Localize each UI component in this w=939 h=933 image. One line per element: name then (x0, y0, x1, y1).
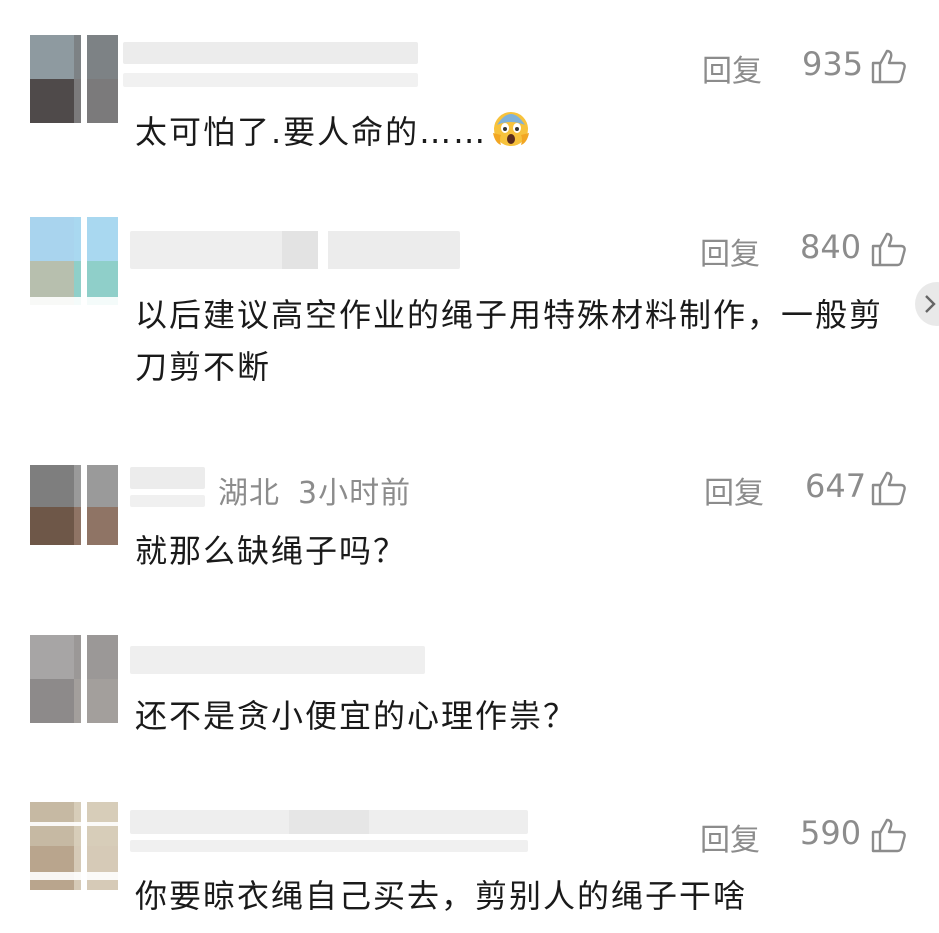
side-scroll-button[interactable] (915, 282, 939, 326)
chevron-right-icon (925, 295, 936, 313)
scream-emoji-icon (493, 112, 530, 146)
like-count: 840 (800, 228, 862, 266)
comment-text: 你要晾衣绳自己买去，剪别人的绳子干啥 (135, 877, 748, 915)
username-blurred[interactable] (130, 646, 425, 674)
avatar[interactable] (30, 802, 118, 890)
reply-button[interactable]: 回复 (700, 229, 760, 273)
clipped-actions: ​ (690, 652, 920, 666)
like-count: 647 (805, 467, 867, 505)
meta-blurred (130, 495, 205, 507)
avatar[interactable] (30, 35, 118, 123)
comment-text: 以后建议高空作业的绳子用特殊材料制作，一般剪刀剪不断 (135, 296, 884, 386)
comment-text: 还不是贪小便宜的心理作祟？ (135, 697, 578, 735)
avatar[interactable] (30, 217, 118, 305)
meta-blurred (123, 73, 418, 87)
username-blurred[interactable] (130, 810, 528, 834)
reply-button[interactable]: 回复 (704, 468, 764, 512)
username-blurred[interactable] (130, 467, 205, 489)
thumbs-up-icon[interactable] (870, 816, 908, 854)
username-blurred[interactable] (123, 42, 418, 64)
username-blurred[interactable] (130, 231, 460, 269)
avatar[interactable] (30, 635, 118, 723)
like-count: 590 (800, 814, 862, 852)
comment-text: 太可怕了.要人命的…… (135, 106, 905, 158)
avatar[interactable] (30, 457, 118, 545)
thumbs-up-icon[interactable] (870, 230, 908, 268)
thumbs-up-icon[interactable] (870, 47, 908, 85)
comment-time: 3小时前 (298, 476, 412, 511)
reply-button[interactable]: 回复 (702, 46, 762, 90)
comment-text: 就那么缺绳子吗？ (135, 532, 408, 570)
comment-location: 湖北 (218, 476, 280, 511)
reply-button[interactable]: 回复 (700, 815, 760, 859)
like-count: 935 (802, 45, 864, 83)
meta-blurred (130, 840, 528, 852)
thumbs-up-icon[interactable] (870, 469, 908, 507)
